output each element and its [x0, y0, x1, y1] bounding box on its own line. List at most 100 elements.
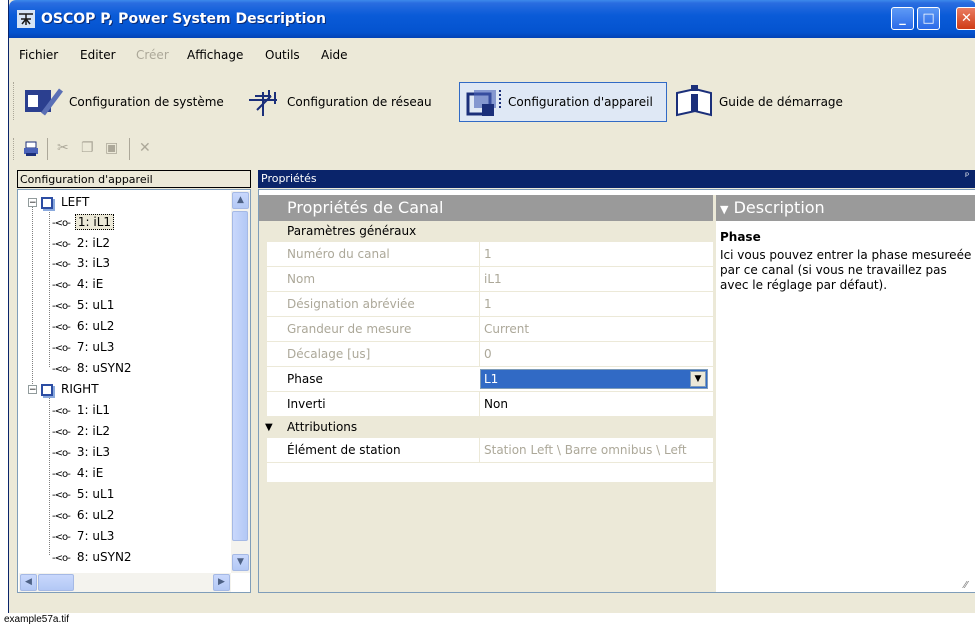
collapse-triangle-icon[interactable]: ▼	[265, 417, 273, 438]
properties-panel-header: Propriétés	[258, 170, 975, 188]
channel-icon: -<o-	[52, 406, 71, 417]
window-title: OSCOP P, Power System Description	[41, 11, 327, 27]
property-name: Nom	[287, 272, 316, 286]
scroll-up-icon[interactable]: ▲	[232, 192, 249, 209]
toolbar-grip[interactable]	[13, 138, 17, 160]
toolbar-grip[interactable]	[13, 82, 17, 120]
title-bar[interactable]: OSCOP P, Power System Description _ □ ✕	[9, 0, 975, 38]
maximize-button[interactable]: □	[917, 7, 940, 30]
scroll-right-icon[interactable]: ▶	[213, 574, 230, 591]
tree-channel[interactable]: -<o- 7: uL3	[52, 338, 116, 356]
device-config-label: Configuration d'appareil	[508, 95, 653, 109]
close-button[interactable]: ✕	[956, 7, 975, 30]
description-header[interactable]: ▼ Description	[716, 195, 975, 221]
tree-channel[interactable]: -<o- 2: iL2	[52, 422, 112, 440]
print-icon[interactable]	[23, 141, 39, 157]
phase-dropdown[interactable]: L1 ▼	[480, 369, 708, 389]
property-value: 1	[479, 242, 707, 266]
tree-channel[interactable]: -<o- 1: iL1	[52, 213, 115, 231]
tree-channel[interactable]: -<o- 6: uL2	[52, 317, 116, 335]
system-config-icon	[25, 88, 63, 116]
scroll-left-icon[interactable]: ◀	[20, 574, 37, 591]
startup-guide-button[interactable]: Guide de démarrage	[675, 82, 843, 122]
copy-icon[interactable]: ❐	[81, 140, 94, 156]
channel-icon: -<o-	[52, 239, 71, 250]
tree-channel[interactable]: -<o- 4: iE	[52, 464, 105, 482]
property-row-channel-number[interactable]: Numéro du canal 1	[259, 242, 713, 267]
tree-device-right[interactable]: − RIGHT	[28, 380, 101, 398]
channel-icon: -<o-	[52, 364, 71, 375]
minimize-button[interactable]: _	[891, 7, 914, 30]
category-general[interactable]: Paramètres généraux	[259, 221, 713, 242]
properties-panel: Propriétés de Canal Paramètres généraux …	[258, 189, 975, 593]
description-header-label: Description	[733, 198, 825, 217]
network-config-button[interactable]: Configuration de réseau	[247, 82, 432, 122]
tree-channel[interactable]: -<o- 3: iL3	[52, 254, 112, 272]
channel-icon: -<o-	[52, 343, 71, 354]
property-row-station-element[interactable]: Élément de station Station Left \ Barre …	[259, 438, 713, 463]
menu-outils[interactable]: Outils	[265, 44, 300, 66]
device-icon	[41, 383, 53, 396]
scroll-thumb[interactable]	[232, 211, 248, 541]
property-value: 0	[479, 342, 707, 366]
scroll-down-icon[interactable]: ▼	[232, 554, 249, 571]
tree-channel[interactable]: -<o- 5: uL1	[52, 485, 116, 503]
menu-fichier[interactable]: Fichier	[19, 44, 58, 66]
edit-toolbar: ✂ ❐ ▣ ✕	[9, 134, 975, 164]
grid-empty-area	[259, 482, 713, 592]
scroll-thumb[interactable]	[38, 574, 74, 591]
property-row-name[interactable]: Nom iL1	[259, 267, 713, 292]
tree-channel[interactable]: -<o- 5: uL1	[52, 296, 116, 314]
collapse-icon[interactable]: −	[28, 198, 37, 208]
tree-channel[interactable]: -<o- 4: iE	[52, 275, 105, 293]
cut-icon[interactable]: ✂	[57, 140, 69, 156]
property-row-phase[interactable]: Phase L1 ▼	[259, 367, 713, 392]
tree-device-left[interactable]: − LEFT	[28, 193, 91, 211]
property-value[interactable]: Non	[479, 392, 707, 416]
menu-aide[interactable]: Aide	[321, 44, 348, 66]
tree-vertical-scrollbar[interactable]: ▲ ▼	[231, 191, 250, 573]
property-name: Grandeur de mesure	[287, 322, 412, 336]
collapse-triangle-icon[interactable]: ▼	[720, 203, 728, 216]
tree-channel[interactable]: -<o- 8: uSYN2	[52, 548, 134, 566]
app-icon	[17, 10, 35, 28]
property-row-offset[interactable]: Décalage [us] 0	[259, 342, 713, 367]
channel-icon: -<o-	[52, 553, 71, 564]
tree-channel[interactable]: -<o- 7: uL3	[52, 527, 116, 545]
property-row-short-name[interactable]: Désignation abréviée 1	[259, 292, 713, 317]
menu-editer[interactable]: Editer	[80, 44, 116, 66]
device-config-button[interactable]: Configuration d'appareil	[459, 82, 667, 122]
paste-icon[interactable]: ▣	[105, 140, 118, 156]
device-icon	[41, 196, 53, 209]
menu-affichage[interactable]: Affichage	[187, 44, 243, 66]
menu-bar: Fichier Editer Créer Affichage Outils Ai…	[9, 44, 975, 66]
tree-channel[interactable]: -<o- 6: uL2	[52, 506, 116, 524]
network-config-icon	[249, 90, 277, 116]
chevron-down-icon[interactable]: ▼	[690, 371, 706, 387]
description-panel: ▼ Description Phase Ici vous pouvez entr…	[713, 195, 975, 592]
collapse-icon[interactable]: −	[28, 385, 37, 395]
system-config-button[interactable]: Configuration de système	[23, 82, 224, 122]
image-caption: example57a.tif	[4, 614, 70, 625]
property-name: Décalage [us]	[287, 347, 371, 361]
grid-title: Propriétés de Canal	[259, 195, 713, 221]
channel-icon: -<o-	[52, 280, 71, 291]
tree-horizontal-scrollbar[interactable]: ◀ ▶	[19, 573, 231, 592]
category-attributions[interactable]: ▼ Attributions	[259, 417, 713, 438]
tree-channel[interactable]: -<o- 2: iL2	[52, 234, 112, 252]
menu-creer[interactable]: Créer	[136, 44, 169, 66]
device-tree[interactable]: − LEFT -<o- 1: iL1 -<o- 2: iL2 -<o- 3: iL3 -…	[17, 189, 251, 593]
tree-channel[interactable]: -<o- 8: uSYN2	[52, 359, 134, 377]
description-title: Phase	[720, 230, 761, 244]
property-row-inverted[interactable]: Inverti Non	[259, 392, 713, 417]
pin-icon[interactable]: ᵖ	[965, 171, 969, 182]
property-value: 1	[479, 292, 707, 316]
property-row-measurand[interactable]: Grandeur de mesure Current	[259, 317, 713, 342]
tree-channel[interactable]: -<o- 1: iL1	[52, 401, 112, 419]
channel-icon: -<o-	[52, 259, 71, 270]
resize-grip-icon[interactable]: ⁄⁄	[964, 580, 967, 591]
channel-icon: -<o-	[52, 218, 71, 229]
maximize-icon: □	[922, 11, 935, 26]
delete-icon[interactable]: ✕	[139, 140, 151, 156]
tree-channel[interactable]: -<o- 3: iL3	[52, 443, 112, 461]
